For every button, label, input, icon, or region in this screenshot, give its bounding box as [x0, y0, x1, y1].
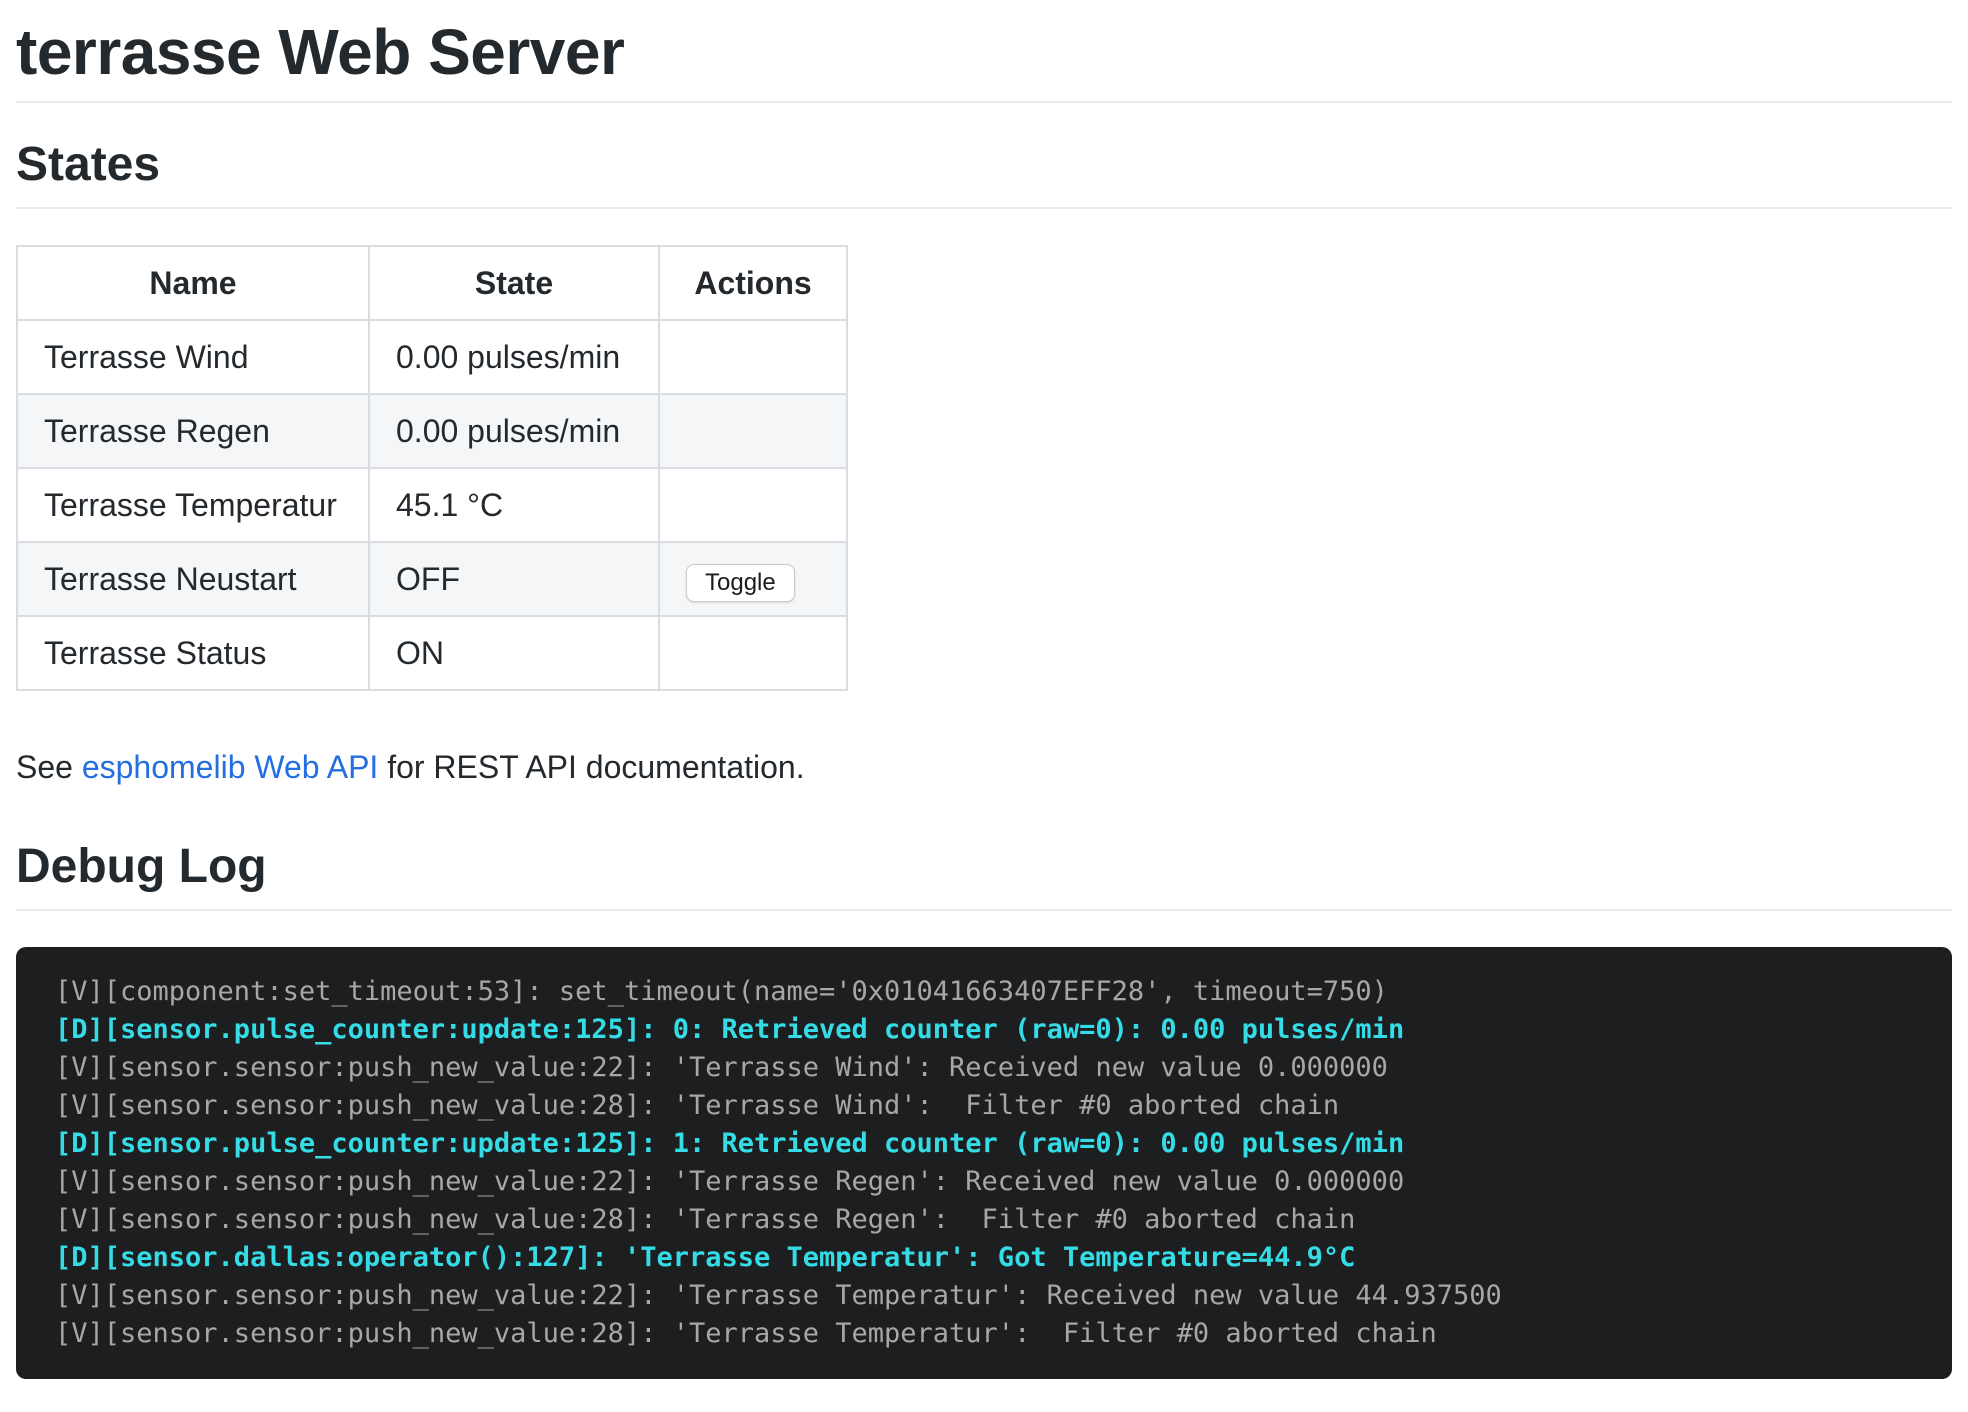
states-heading: States [16, 135, 1952, 209]
actions-cell [659, 320, 847, 394]
state-cell: 0.00 pulses/min [369, 394, 659, 468]
log-line: [V][component:set_timeout:53]: set_timeo… [55, 976, 1388, 1007]
col-header-actions: Actions [659, 246, 847, 320]
log-line: [V][sensor.sensor:push_new_value:22]: 'T… [55, 1166, 1404, 1197]
api-note: See esphomelib Web API for REST API docu… [16, 743, 1952, 791]
table-row-terrasse-wind: Terrasse Wind 0.00 pulses/min [17, 320, 847, 394]
states-table: Name State Actions Terrasse Wind 0.00 pu… [16, 245, 848, 691]
state-cell: 0.00 pulses/min [369, 320, 659, 394]
log-line: [V][sensor.sensor:push_new_value:28]: 'T… [55, 1204, 1355, 1235]
table-row-terrasse-regen: Terrasse Regen 0.00 pulses/min [17, 394, 847, 468]
col-header-state: State [369, 246, 659, 320]
name-cell: Terrasse Status [17, 616, 369, 690]
debug-log-output: [V][component:set_timeout:53]: set_timeo… [16, 947, 1952, 1379]
actions-cell [659, 468, 847, 542]
name-cell: Terrasse Regen [17, 394, 369, 468]
state-cell: ON [369, 616, 659, 690]
esphomelib-webserver-page: terrasse Web Server States Name State Ac… [0, 0, 1968, 1412]
table-row-terrasse-neustart: Terrasse Neustart OFF Toggle [17, 542, 847, 616]
esphomelib-web-api-link[interactable]: esphomelib Web API [82, 749, 378, 785]
states-table-body: Terrasse Wind 0.00 pulses/min Terrasse R… [17, 320, 847, 690]
name-cell: Terrasse Temperatur [17, 468, 369, 542]
log-line: [V][sensor.sensor:push_new_value:28]: 'T… [55, 1090, 1339, 1121]
actions-cell [659, 616, 847, 690]
page-title: terrasse Web Server [16, 14, 1952, 103]
api-note-prefix: See [16, 749, 82, 785]
states-table-head: Name State Actions [17, 246, 847, 320]
name-cell: Terrasse Neustart [17, 542, 369, 616]
name-cell: Terrasse Wind [17, 320, 369, 394]
log-line: [D][sensor.dallas:operator():127]: 'Terr… [55, 1242, 1355, 1273]
state-cell: 45.1 °C [369, 468, 659, 542]
actions-cell [659, 394, 847, 468]
debug-log-heading: Debug Log [16, 837, 1952, 911]
log-line: [D][sensor.pulse_counter:update:125]: 1:… [55, 1128, 1404, 1159]
toggle-button[interactable]: Toggle [686, 564, 795, 602]
table-row-terrasse-status: Terrasse Status ON [17, 616, 847, 690]
table-row-terrasse-temperatur: Terrasse Temperatur 45.1 °C [17, 468, 847, 542]
actions-cell: Toggle [659, 542, 847, 616]
log-line: [V][sensor.sensor:push_new_value:22]: 'T… [55, 1052, 1388, 1083]
log-line: [V][sensor.sensor:push_new_value:28]: 'T… [55, 1318, 1437, 1349]
state-cell: OFF [369, 542, 659, 616]
log-line: [D][sensor.pulse_counter:update:125]: 0:… [55, 1014, 1404, 1045]
log-line: [V][sensor.sensor:push_new_value:22]: 'T… [55, 1280, 1502, 1311]
header-row: Name State Actions [17, 246, 847, 320]
api-note-suffix: for REST API documentation. [378, 749, 804, 785]
col-header-name: Name [17, 246, 369, 320]
